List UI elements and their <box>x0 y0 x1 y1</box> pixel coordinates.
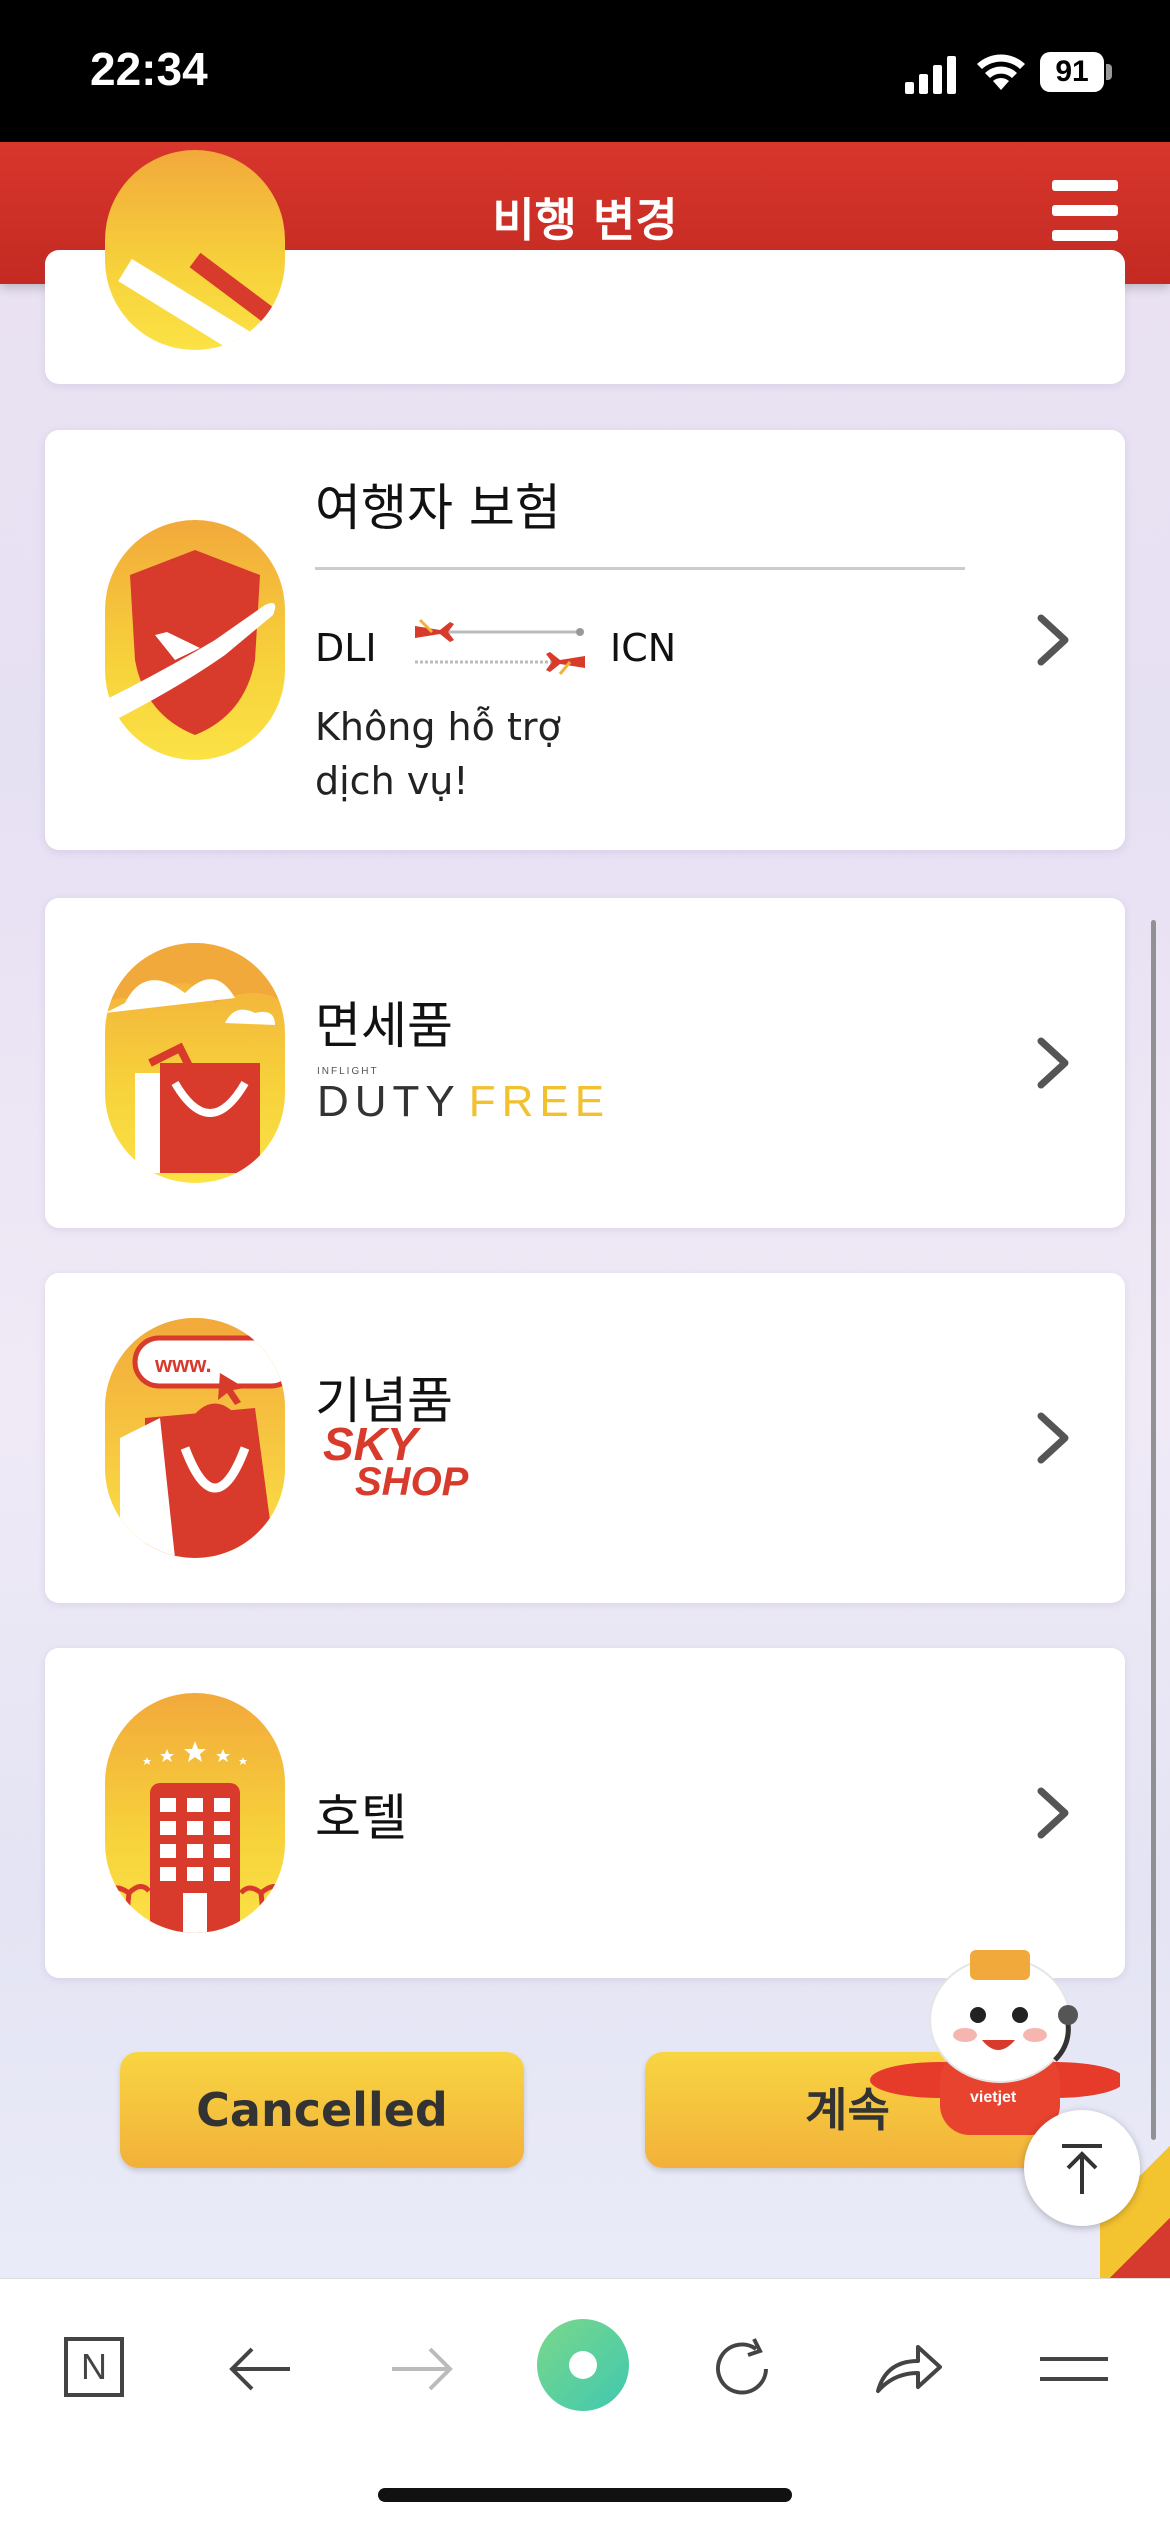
hotel-building-icon <box>105 1693 285 1933</box>
shopping-bag-icon <box>105 943 285 1183</box>
service-unavailable-text: Không hỗ trợ dịch vụ! <box>315 705 561 803</box>
card-souvenirs[interactable]: www. 기념품 SKY SHOP <box>45 1273 1125 1603</box>
svg-text:vietjet: vietjet <box>970 2089 1017 2106</box>
cellular-signal-icon <box>905 56 956 94</box>
battery-icon: 91 <box>1040 52 1112 92</box>
home-indicator <box>378 2488 792 2502</box>
chevron-right-icon[interactable] <box>1033 610 1073 670</box>
battery-level: 91 <box>1040 52 1104 92</box>
chevron-right-icon[interactable] <box>1033 1783 1073 1843</box>
reload-icon[interactable] <box>704 2329 784 2409</box>
hamburger-menu-icon[interactable] <box>1052 180 1118 242</box>
card-title: 호텔 <box>315 1789 407 1847</box>
card-duty-free[interactable]: 면세품 INFLIGHT DUTY FREE <box>45 898 1125 1228</box>
chevron-right-icon[interactable] <box>1033 1033 1073 1093</box>
duty-free-logo: INFLIGHT DUTY FREE <box>317 1066 611 1126</box>
arrow-up-icon <box>1062 2144 1102 2194</box>
card-travel-insurance[interactable]: 여행자 보험 DLI ICN Không hỗ trợ dịch vụ! <box>45 430 1125 850</box>
forward-arrow-icon[interactable] <box>382 2329 462 2409</box>
route-planes-icon <box>415 618 585 675</box>
sky-shop-logo: SKY SHOP <box>323 1418 469 1504</box>
tab-switcher-button[interactable]: N <box>56 2329 136 2409</box>
service-badge-icon <box>105 150 285 350</box>
divider <box>315 567 965 570</box>
share-arrow-icon[interactable] <box>868 2329 948 2409</box>
svg-text:www.: www. <box>154 1352 212 1377</box>
scrollbar[interactable] <box>1151 920 1156 2140</box>
clock: 22:34 <box>90 43 208 95</box>
destination-code: ICN <box>610 626 677 670</box>
cancel-button[interactable]: Cancelled <box>120 2052 524 2168</box>
scroll-to-top-button[interactable] <box>1024 2110 1140 2226</box>
flight-route: DLI ICN <box>315 618 915 678</box>
insurance-shield-icon <box>105 520 285 760</box>
menu-lines-icon[interactable] <box>1034 2329 1114 2409</box>
card-title: 여행자 보험 <box>315 479 561 537</box>
online-shop-icon: www. <box>105 1318 285 1558</box>
card-previous-service[interactable] <box>45 150 1125 384</box>
card-title: 면세품 <box>315 997 453 1055</box>
status-bar: 22:34 91 <box>0 0 1170 142</box>
chevron-right-icon[interactable] <box>1033 1408 1073 1468</box>
home-assistant-button[interactable] <box>537 2319 629 2411</box>
wifi-icon <box>977 54 1025 90</box>
origin-code: DLI <box>315 626 377 670</box>
mascot-chat-assistant-icon[interactable]: vietjet <box>870 1910 1120 2140</box>
back-arrow-icon[interactable] <box>220 2329 300 2409</box>
